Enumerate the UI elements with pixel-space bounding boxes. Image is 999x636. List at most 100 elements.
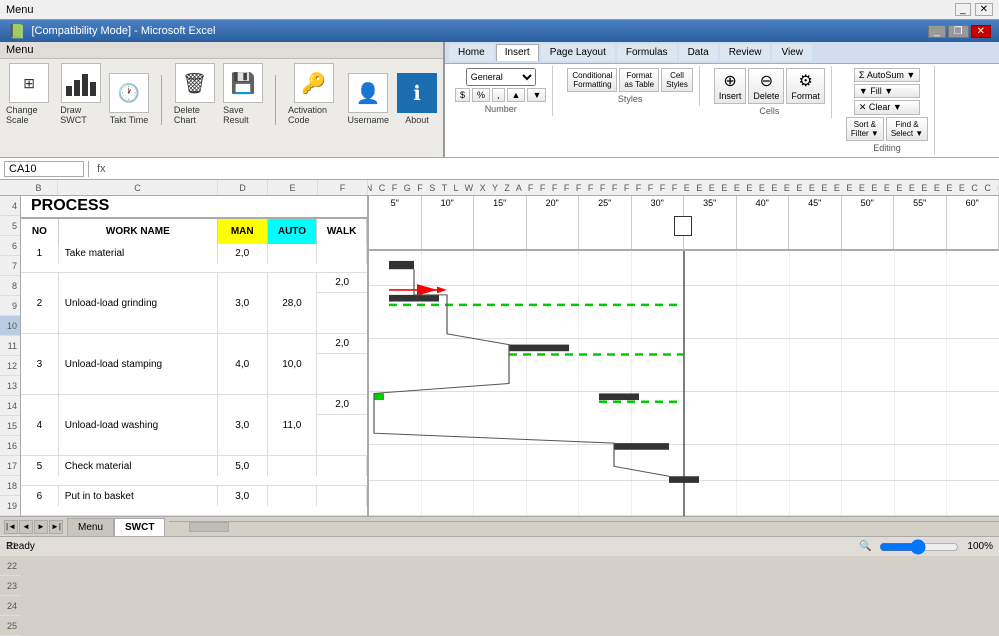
gantt-t15: 15"	[474, 196, 527, 249]
menu-sep-1	[161, 75, 162, 125]
about-btn[interactable]: ℹ About	[397, 73, 437, 125]
tab-nav-prev[interactable]: ◄	[19, 520, 33, 534]
tab-home[interactable]: Home	[449, 44, 494, 61]
takt-time-btn[interactable]: 🕐 Takt Time	[109, 73, 149, 125]
menu-sep-2	[275, 75, 276, 125]
excel-minimize[interactable]: _	[928, 25, 946, 38]
tab-view[interactable]: View	[772, 44, 812, 61]
excel-restore[interactable]: ❐	[948, 25, 969, 38]
status-zoom: 100%	[967, 541, 993, 552]
insert-btn[interactable]: ⊕Insert	[714, 68, 747, 104]
change-scale-btn[interactable]: ⊞ Change Scale	[6, 63, 52, 125]
menu-panel-title: Menu	[0, 42, 443, 59]
sheet-tab-menu[interactable]: Menu	[67, 518, 114, 536]
td-man-4: 3,0	[218, 395, 268, 455]
menu-close[interactable]: ✕	[975, 3, 993, 16]
tab-nav-first[interactable]: |◄	[4, 520, 18, 534]
format-btn[interactable]: ⚙Format	[786, 68, 825, 104]
td-auto-5	[268, 456, 318, 476]
gantt-area: 5" 10" 15" 20" 25" 30" 35" 40" 45" 50" 5…	[369, 196, 999, 516]
td-no-6: 6	[21, 486, 59, 506]
td-auto-1	[268, 244, 318, 264]
currency-btn[interactable]: $	[455, 88, 470, 102]
row-19: 19	[0, 496, 20, 516]
autosum-btn[interactable]: Σ AutoSum ▼	[854, 68, 921, 82]
td-name-1: Take material	[59, 244, 218, 264]
percent-btn[interactable]: %	[472, 88, 490, 102]
excel-close[interactable]: ✕	[971, 25, 991, 38]
ribbon-number-group: General $ % , ▲ ▼ Number	[449, 66, 553, 116]
formula-input[interactable]	[114, 163, 995, 175]
sort-filter-btn[interactable]: Sort &Filter ▼	[846, 117, 884, 141]
horizontal-scrollbar[interactable]	[169, 521, 999, 533]
tab-data[interactable]: Data	[679, 44, 718, 61]
save-result-btn[interactable]: 💾 Save Result	[223, 63, 263, 125]
row-13: 13	[0, 376, 20, 396]
td-walk-5	[317, 456, 367, 476]
conditional-format-btn[interactable]: ConditionalFormatting	[567, 68, 617, 92]
tab-review[interactable]: Review	[720, 44, 771, 61]
decrease-decimal-btn[interactable]: ▼	[527, 88, 546, 102]
clear-btn[interactable]: ✕ Clear ▼	[854, 100, 921, 115]
ribbon-tabs: Home Insert Page Layout Formulas Data Re…	[445, 42, 999, 63]
row-15: 15	[0, 416, 20, 436]
row-6: 6	[0, 236, 20, 256]
gantt-rows-container	[369, 251, 999, 516]
td-walk-3-top: 2,0	[317, 334, 367, 354]
status-bar: Ready 🔍 100%	[0, 536, 999, 556]
row-22: 22	[0, 556, 20, 576]
td-man-6: 3,0	[218, 486, 268, 506]
fill-btn[interactable]: ▼ Fill ▼	[854, 84, 921, 98]
zoom-slider[interactable]	[879, 541, 959, 553]
row-5: 5	[0, 216, 20, 236]
menu-panel: Menu ⊞ Change Scale Draw SWCT 🕐 Takt Tim…	[0, 42, 445, 157]
table-row-3: 3 Unload-load stamping 4,0 10,0 2,0	[21, 334, 367, 395]
toolbar-area: Menu ⊞ Change Scale Draw SWCT 🕐 Takt Tim…	[0, 42, 999, 158]
col-b: B	[20, 180, 58, 195]
td-walk-4-top: 2,0	[317, 395, 367, 415]
username-btn[interactable]: 👤 Username	[347, 73, 389, 125]
gantt-t40: 40"	[737, 196, 790, 249]
gantt-t5: 5"	[369, 196, 422, 249]
ribbon-panel: Home Insert Page Layout Formulas Data Re…	[445, 42, 999, 157]
find-select-btn[interactable]: Find &Select ▼	[886, 117, 928, 141]
gantt-t25: 25"	[579, 196, 632, 249]
delete-btn[interactable]: ⊖Delete	[748, 68, 784, 104]
fx-label: fx	[93, 163, 110, 175]
tab-formulas[interactable]: Formulas	[617, 44, 677, 61]
format-as-table-btn[interactable]: Formatas Table	[619, 68, 659, 92]
formula-bar: fx	[0, 158, 999, 180]
row-8: 8	[0, 276, 20, 296]
th-auto: AUTO	[268, 219, 318, 244]
draw-swct-btn[interactable]: Draw SWCT	[60, 63, 101, 125]
td-walk-3-bottom	[317, 354, 367, 394]
tab-nav-last[interactable]: ►|	[49, 520, 63, 534]
td-no-1: 1	[21, 244, 59, 264]
tab-nav-next[interactable]: ►	[34, 520, 48, 534]
status-ready: Ready	[6, 541, 35, 552]
activation-code-btn[interactable]: 🔑 Activation Code	[288, 63, 340, 125]
hscroll-thumb[interactable]	[189, 522, 229, 532]
delete-chart-btn[interactable]: 🗑 Delete Chart	[174, 63, 215, 125]
number-format-select[interactable]: General	[466, 68, 536, 86]
excel-title: [Compatibility Mode] - Microsoft Excel	[31, 25, 215, 37]
increase-decimal-btn[interactable]: ▲	[507, 88, 526, 102]
tab-page-layout[interactable]: Page Layout	[541, 44, 615, 61]
gantt-t60: 60"	[947, 196, 999, 249]
cell-styles-btn[interactable]: CellStyles	[661, 68, 693, 92]
td-walk-2-group: 2,0	[317, 273, 367, 333]
name-box[interactable]	[4, 161, 84, 177]
row-16: 16	[0, 436, 20, 456]
row-14: 14	[0, 396, 20, 416]
col-headers-strip: B C D E F H I J K L M N C F G F S T L W …	[0, 180, 999, 196]
gantt-t55: 55"	[894, 196, 947, 249]
comma-btn[interactable]: ,	[492, 88, 505, 102]
ribbon-editing-group: Σ AutoSum ▼ ▼ Fill ▼ ✕ Clear ▼ Sort &Fil…	[840, 66, 935, 155]
tab-insert[interactable]: Insert	[496, 44, 539, 61]
th-walk: WALK	[317, 219, 367, 244]
sheet-tab-swct[interactable]: SWCT	[114, 518, 165, 536]
gantt-time-header: 5" 10" 15" 20" 25" 30" 35" 40" 45" 50" 5…	[369, 196, 999, 251]
menu-minimize[interactable]: _	[955, 3, 971, 16]
sheet-tab-nav: |◄ ◄ ► ►|	[0, 520, 63, 534]
td-walk-6	[317, 486, 367, 506]
